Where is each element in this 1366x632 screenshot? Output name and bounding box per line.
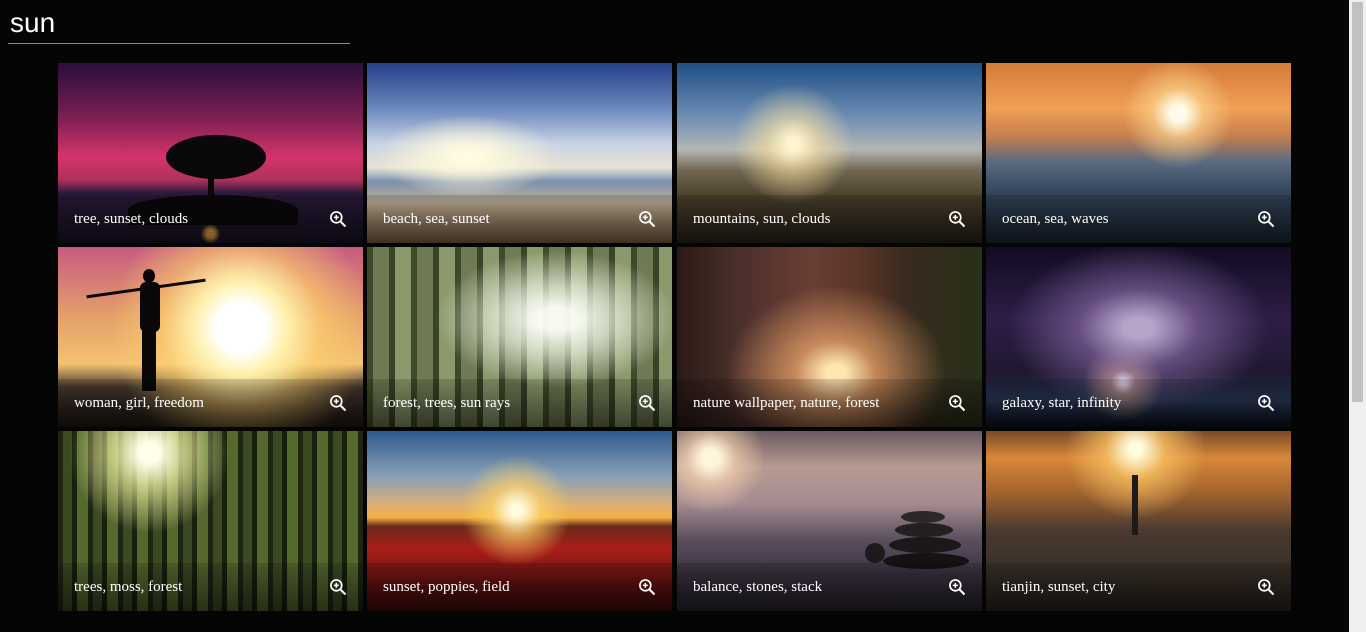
tower-silhouette	[1132, 475, 1138, 535]
image-tile[interactable]: ocean, sea, waves	[986, 63, 1291, 243]
zoom-in-icon[interactable]	[947, 209, 967, 229]
zoom-in-icon[interactable]	[637, 393, 657, 413]
stone	[889, 537, 961, 553]
tile-caption: ocean, sea, waves	[1002, 211, 1109, 227]
image-tile[interactable]: beach, sea, sunset	[367, 63, 672, 243]
tile-caption: beach, sea, sunset	[383, 211, 490, 227]
image-tile[interactable]: woman, girl, freedom	[58, 247, 363, 427]
stone	[895, 523, 953, 537]
zoom-in-icon[interactable]	[1256, 393, 1276, 413]
tree-silhouette	[166, 135, 266, 179]
zoom-in-icon[interactable]	[637, 209, 657, 229]
image-tile[interactable]: tree, sunset, clouds	[58, 63, 363, 243]
tile-caption: mountains, sun, clouds	[693, 211, 831, 227]
tile-caption: balance, stones, stack	[693, 579, 823, 595]
zoom-in-icon[interactable]	[328, 577, 348, 597]
search-input[interactable]	[8, 4, 350, 42]
tile-caption: tianjin, sunset, city	[1002, 579, 1116, 595]
tile-caption: tree, sunset, clouds	[74, 211, 189, 227]
tile-caption: woman, girl, freedom	[74, 395, 204, 411]
scrollbar-thumb[interactable]	[1352, 2, 1363, 402]
stone	[901, 511, 945, 523]
image-tile[interactable]: mountains, sun, clouds	[677, 63, 982, 243]
tile-caption: forest, trees, sun rays	[383, 395, 511, 411]
zoom-in-icon[interactable]	[637, 577, 657, 597]
zoom-in-icon[interactable]	[947, 393, 967, 413]
image-tile[interactable]: forest, trees, sun rays	[367, 247, 672, 427]
stone	[865, 543, 885, 563]
zoom-in-icon[interactable]	[328, 209, 348, 229]
image-tile[interactable]: balance, stones, stack	[677, 431, 982, 611]
tile-caption: sunset, poppies, field	[383, 579, 510, 595]
zoom-in-icon[interactable]	[328, 393, 348, 413]
image-tile[interactable]: tianjin, sunset, city	[986, 431, 1291, 611]
vertical-scrollbar[interactable]	[1349, 0, 1366, 632]
zoom-in-icon[interactable]	[947, 577, 967, 597]
tile-caption: trees, moss, forest	[74, 579, 183, 595]
tile-caption: nature wallpaper, nature, forest	[693, 395, 880, 411]
woman-head	[143, 269, 155, 283]
tile-caption: galaxy, star, infinity	[1002, 395, 1122, 411]
zoom-in-icon[interactable]	[1256, 577, 1276, 597]
search-field[interactable]	[8, 4, 350, 44]
image-tile[interactable]: galaxy, star, infinity	[986, 247, 1291, 427]
image-tile[interactable]: nature wallpaper, nature, forest	[677, 247, 982, 427]
image-tile[interactable]: sunset, poppies, field	[367, 431, 672, 611]
zoom-in-icon[interactable]	[1256, 209, 1276, 229]
image-tile[interactable]: trees, moss, forest	[58, 431, 363, 611]
